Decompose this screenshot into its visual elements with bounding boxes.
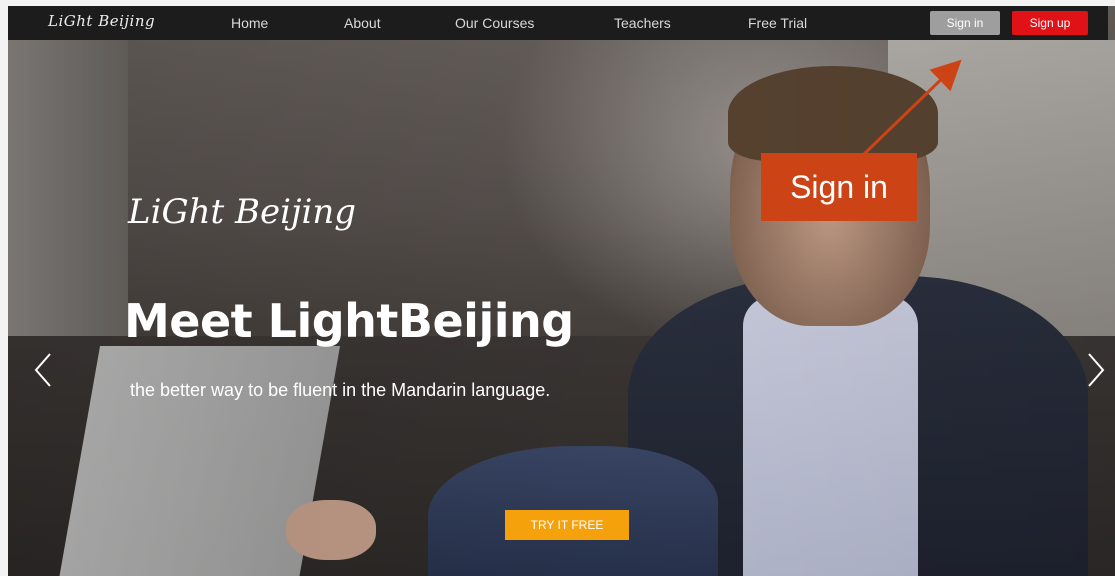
nav-our-courses[interactable]: Our Courses (455, 15, 534, 31)
nav-home[interactable]: Home (231, 15, 268, 31)
hero-section (8, 6, 1115, 576)
nav-about[interactable]: About (344, 15, 381, 31)
hero-overlay (8, 6, 1115, 576)
site-logo[interactable]: LiGht Beijing (48, 12, 155, 30)
annotation-callout: Sign in (761, 153, 917, 221)
nav-free-trial[interactable]: Free Trial (748, 15, 807, 31)
sign-up-button[interactable]: Sign up (1012, 11, 1088, 35)
top-navbar: LiGht Beijing Home About Our Courses Tea… (8, 6, 1108, 40)
chevron-left-icon[interactable] (30, 350, 56, 390)
try-it-free-button[interactable]: TRY IT FREE (505, 510, 629, 540)
hero-logo: LiGht Beijing (128, 192, 357, 232)
chevron-right-icon[interactable] (1083, 350, 1109, 390)
hero-subtitle: the better way to be fluent in the Manda… (130, 380, 551, 400)
hero-title: Meet LightBeijing (124, 294, 574, 348)
nav-teachers[interactable]: Teachers (614, 15, 671, 31)
sign-in-button[interactable]: Sign in (930, 11, 1000, 35)
